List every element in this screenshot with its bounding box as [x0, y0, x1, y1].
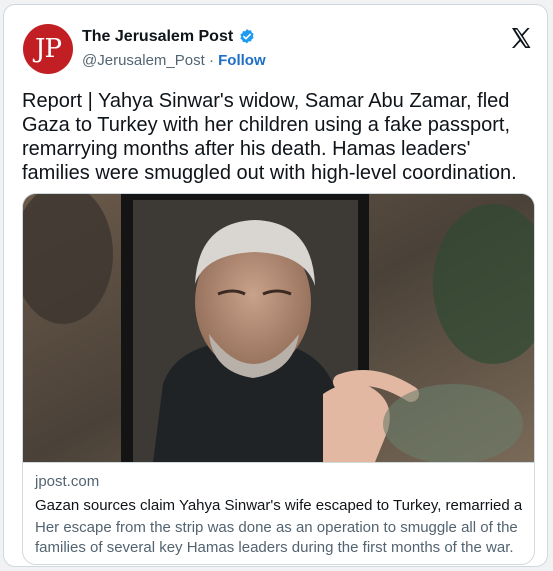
link-title[interactable]: Gazan sources claim Yahya Sinwar's wife … [35, 496, 522, 515]
verified-badge-icon [240, 29, 254, 44]
avatar-logo-text: JP [35, 34, 62, 64]
link-meta[interactable]: jpost.com Gazan sources claim Yahya Sinw… [23, 462, 534, 564]
link-description: Her escape from the strip was done as an… [35, 519, 518, 556]
tweet-text: Report | Yahya Sinwar's widow, Samar Abu… [22, 90, 517, 184]
tweet-card[interactable]: JP The Jerusalem Post @Jerusalem_Post · … [3, 4, 548, 567]
author-name[interactable]: The Jerusalem Post [82, 28, 233, 46]
link-preview-card[interactable]: jpost.com Gazan sources claim Yahya Sinw… [22, 193, 535, 565]
follow-button[interactable]: Follow [218, 52, 266, 69]
author-handle[interactable]: @Jerusalem_Post [82, 52, 205, 69]
author-handle-row: @Jerusalem_Post · Follow [82, 52, 266, 69]
link-domain: jpost.com [35, 473, 100, 490]
author-avatar[interactable]: JP [23, 24, 73, 74]
author-name-row[interactable]: The Jerusalem Post [82, 28, 256, 46]
x-logo-icon[interactable] [509, 26, 533, 50]
separator-dot: · [208, 52, 214, 69]
article-photo-illustration [23, 194, 534, 462]
article-photo[interactable] [23, 194, 534, 462]
